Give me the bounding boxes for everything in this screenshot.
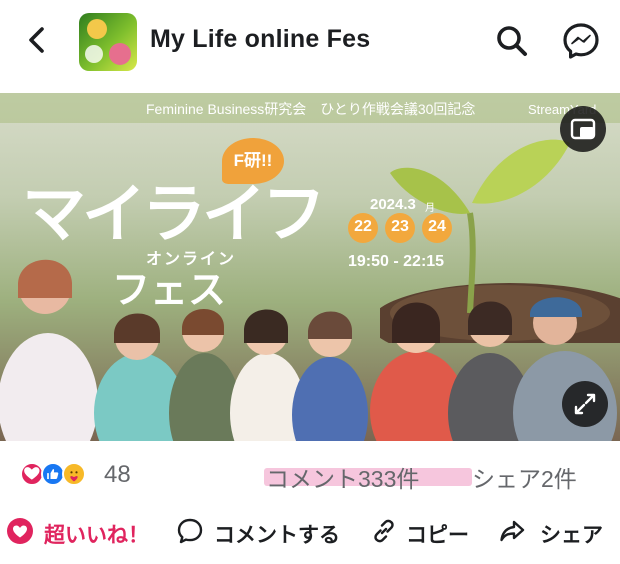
post-image[interactable]: Feminine Business研究会 ひとり作戦会議30回記念 Stream… <box>0 93 620 441</box>
messenger-icon[interactable] <box>562 22 600 60</box>
speakers-photo <box>0 259 617 441</box>
link-icon <box>374 519 394 543</box>
comment-icon <box>177 518 203 544</box>
comment-label: コメントする <box>214 524 340 547</box>
page-title[interactable]: My Life online Fes <box>150 25 370 54</box>
page-avatar[interactable] <box>79 13 137 71</box>
post-actions: 超いいね！ コメントする コピー シェア <box>0 508 620 554</box>
event-banner: Feminine Business研究会 ひとり作戦会議30回記念 Stream… <box>0 93 620 123</box>
copy-label: コピー <box>406 524 469 547</box>
engagement-summary: 48 コメント333件 シェア2件 <box>0 452 620 494</box>
event-day: 24 <box>422 213 452 243</box>
fullscreen-button[interactable] <box>562 381 608 427</box>
heart-icon <box>7 518 33 544</box>
picture-in-picture-button[interactable] <box>560 106 606 152</box>
copy-link-button[interactable]: コピー <box>370 508 486 554</box>
comment-button[interactable]: コメントする <box>176 508 356 554</box>
search-icon[interactable] <box>495 24 529 58</box>
comment-count[interactable]: コメント333件 <box>266 460 419 494</box>
banner-text: Feminine Business研究会 ひとり作戦会議30回記念 <box>146 101 476 117</box>
super-like-button[interactable]: 超いいね！ <box>6 508 166 554</box>
share-icon <box>500 520 525 542</box>
event-day: 22 <box>348 213 378 243</box>
share-button[interactable]: シェア <box>498 508 614 554</box>
event-month-suffix: 月 <box>425 203 435 214</box>
care-reaction-icon <box>62 462 86 486</box>
expand-icon <box>574 393 596 415</box>
top-bar: My Life online Fes <box>0 0 620 84</box>
picture-in-picture-icon <box>570 118 596 140</box>
reaction-count[interactable]: 48 <box>104 461 131 489</box>
super-like-label: 超いいね！ <box>44 524 149 547</box>
event-day: 23 <box>385 213 415 243</box>
event-year: 2024.3 <box>370 196 416 213</box>
title-main: マイライフ <box>22 177 326 252</box>
chevron-left-icon[interactable] <box>22 24 54 56</box>
share-label: シェア <box>540 524 603 547</box>
share-count[interactable]: シェア2件 <box>472 460 577 494</box>
